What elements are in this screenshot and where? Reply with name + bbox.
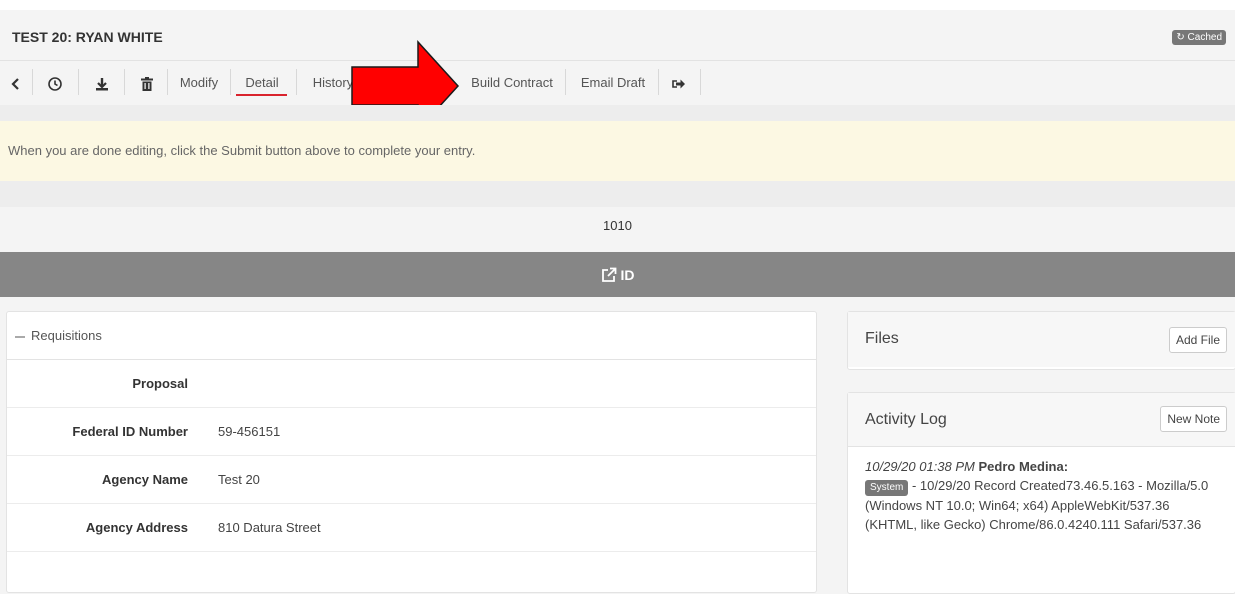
sign-out-icon[interactable]: [669, 61, 689, 105]
edit-notice-text: When you are done editing, click the Sub…: [8, 143, 476, 158]
clock-icon[interactable]: [44, 61, 66, 105]
cached-label: Cached: [1187, 32, 1222, 43]
build-contract-button[interactable]: Build Contract: [468, 61, 556, 105]
entry-user: Pedro Medina:: [978, 459, 1069, 474]
entry-text: - 10/29/20 Record Created73.46.5.163 - M…: [865, 478, 1209, 532]
field-label: Proposal: [132, 376, 188, 391]
toolbar: Modify Detail History Build Contract Ema…: [0, 61, 1235, 105]
trash-icon[interactable]: [136, 61, 158, 105]
activity-log-panel: Activity Log New Note 10/29/20 01:38 PM …: [847, 392, 1235, 594]
files-title: Files: [865, 330, 899, 347]
requisitions-header[interactable]: Requisitions: [7, 312, 816, 360]
files-panel: Files Add File: [847, 311, 1235, 370]
email-draft-button[interactable]: Email Draft: [577, 61, 649, 105]
activity-log-title: Activity Log: [865, 411, 947, 428]
requisitions-panel: Requisitions Proposal Federal ID Number …: [6, 311, 817, 593]
entry-timestamp: 10/29/20 01:38 PM: [865, 459, 975, 474]
field-row-agency-name: Agency Name Test 20: [7, 456, 816, 504]
requisitions-title: Requisitions: [31, 328, 102, 343]
id-bar[interactable]: ID: [0, 252, 1235, 297]
page-title: TEST 20: RYAN WHITE: [12, 29, 163, 45]
modify-button[interactable]: Modify: [176, 61, 222, 105]
field-label: Federal ID Number: [72, 424, 188, 439]
active-tab-indicator: [236, 94, 287, 96]
top-strip: [0, 0, 1235, 10]
field-label: Agency Name: [102, 472, 188, 487]
system-badge: System: [865, 480, 909, 496]
field-value: 59-456151: [218, 424, 281, 439]
title-bar: TEST 20: RYAN WHITE ↻ Cached: [0, 10, 1235, 61]
field-row-federal-id: Federal ID Number 59-456151: [7, 408, 816, 456]
field-value: Test 20: [218, 472, 260, 487]
id-label: ID: [620, 266, 635, 283]
field-row-agency-address: Agency Address 810 Datura Street: [7, 504, 816, 552]
download-icon[interactable]: [91, 61, 113, 105]
record-number: 1010: [603, 218, 632, 233]
external-link-icon: [601, 267, 616, 282]
new-note-button[interactable]: New Note: [1160, 406, 1227, 432]
cached-badge[interactable]: ↻ Cached: [1172, 30, 1226, 45]
add-file-button[interactable]: Add File: [1168, 327, 1227, 353]
chevron-left-icon[interactable]: [8, 61, 24, 105]
field-value: 810 Datura Street: [218, 520, 321, 535]
field-row-proposal: Proposal: [7, 360, 816, 408]
edit-notice: When you are done editing, click the Sub…: [0, 121, 1235, 181]
activity-entry: 10/29/20 01:38 PM Pedro Medina: System -…: [848, 447, 1235, 544]
collapse-icon: [15, 335, 25, 338]
tab-detail[interactable]: Detail: [240, 61, 284, 105]
refresh-icon: ↻: [1176, 32, 1185, 43]
field-label: Agency Address: [85, 520, 188, 535]
